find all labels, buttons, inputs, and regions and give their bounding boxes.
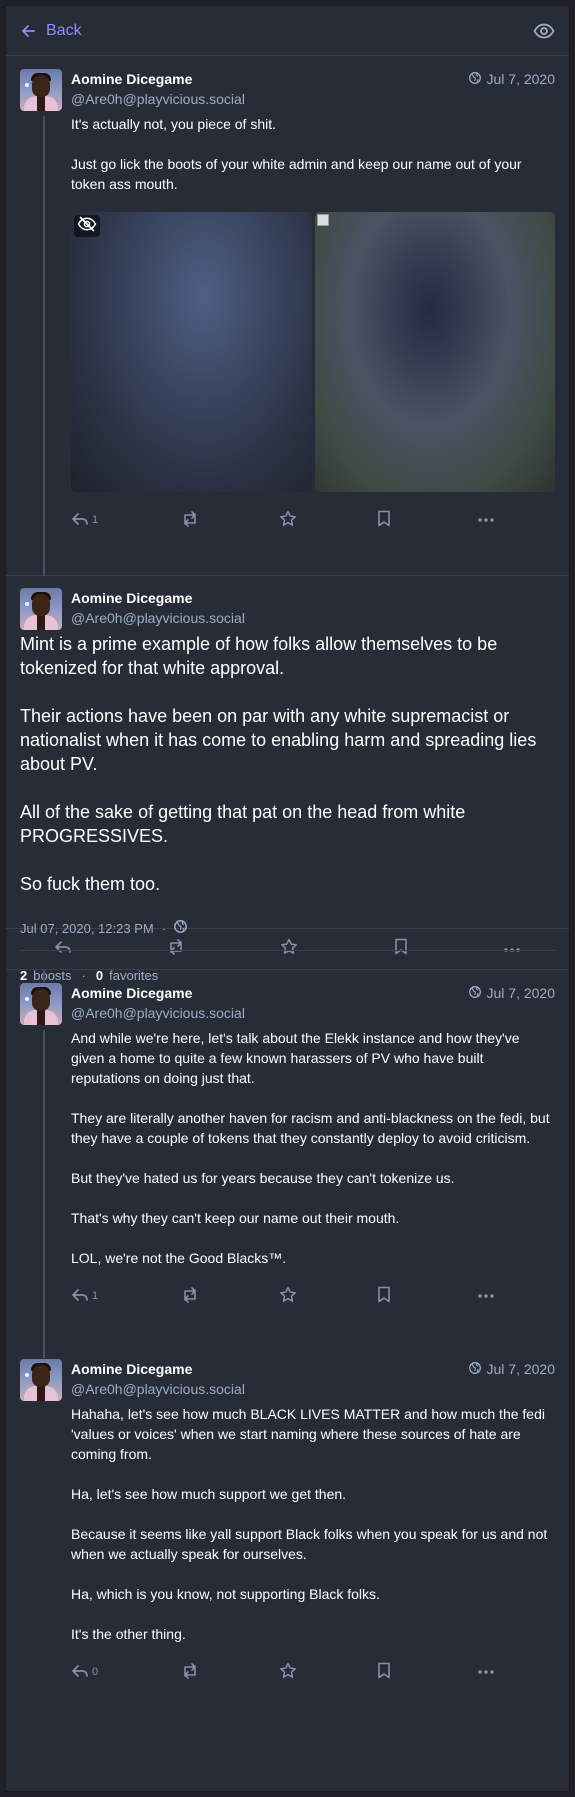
media-gallery (71, 212, 555, 492)
ellipsis-icon (477, 514, 495, 526)
bookmark-icon (377, 1662, 391, 1682)
more-button[interactable] (477, 1666, 495, 1678)
status-time[interactable]: Jul 7, 2020 (468, 69, 555, 87)
avatar[interactable] (20, 983, 62, 1025)
account-handle[interactable]: @Are0h@playvicious.social (71, 89, 469, 109)
broken-image-icon (316, 214, 329, 226)
favourite-button[interactable] (279, 1286, 377, 1306)
globe-icon (468, 985, 481, 1001)
bookmark-icon (377, 1286, 391, 1306)
thread-line (43, 1030, 45, 1346)
back-button[interactable]: Back (20, 22, 82, 40)
status-descendant[interactable]: Aomine Dicegame @Are0h@playvicious.socia… (6, 1346, 569, 1722)
boost-icon (181, 510, 199, 530)
separator: · (161, 920, 167, 936)
star-icon (279, 1286, 297, 1306)
account-handle[interactable]: @Are0h@playvicious.social (71, 608, 555, 628)
back-label: Back (46, 21, 82, 39)
thread-line (43, 1346, 45, 1358)
app-frame: Back Aomine Dicegame @Are0h@playvicious.… (5, 5, 570, 1792)
reply-count: 1 (92, 1290, 99, 1302)
eye-slash-icon (77, 215, 97, 237)
action-bar: 0 (71, 1652, 555, 1692)
bookmark-button[interactable] (377, 1662, 477, 1682)
account-handle[interactable]: @Are0h@playvicious.social (71, 1379, 469, 1399)
display-name[interactable]: Aomine Dicegame (71, 588, 555, 608)
status-descendant[interactable]: Aomine Dicegame @Are0h@playvicious.socia… (6, 970, 569, 1346)
reply-button[interactable]: 1 (71, 1288, 181, 1305)
display-name[interactable]: Aomine Dicegame (71, 1359, 469, 1379)
avatar[interactable] (20, 69, 62, 111)
display-name[interactable]: Aomine Dicegame (71, 69, 469, 89)
ellipsis-icon (477, 1666, 495, 1678)
thread-line (43, 970, 45, 982)
hide-media-button[interactable] (74, 215, 100, 237)
more-button[interactable] (477, 514, 495, 526)
favourite-button[interactable] (279, 510, 377, 530)
account-handle[interactable]: @Are0h@playvicious.social (71, 1003, 469, 1023)
star-icon (279, 510, 297, 530)
bookmark-button[interactable] (377, 1286, 477, 1306)
eye-icon[interactable] (533, 23, 555, 39)
more-button[interactable] (477, 1290, 495, 1302)
boost-icon (181, 1286, 199, 1306)
thread-line (43, 116, 45, 576)
reply-icon (71, 1288, 89, 1305)
bookmark-button[interactable] (377, 510, 477, 530)
globe-icon (468, 71, 481, 87)
focused-content: Mint is a prime example of how folks all… (20, 634, 537, 894)
globe-icon (174, 920, 187, 936)
avatar[interactable] (20, 1359, 62, 1401)
arrow-left-icon (20, 23, 36, 39)
boost-button[interactable] (181, 1286, 279, 1306)
status-time[interactable]: Jul 7, 2020 (468, 983, 555, 1001)
action-bar: 1 (71, 500, 555, 540)
status-ancestor[interactable]: Aomine Dicegame @Are0h@playvicious.socia… (6, 56, 569, 576)
status-focused: Aomine Dicegame @Are0h@playvicious.socia… (6, 576, 569, 983)
globe-icon (468, 1361, 481, 1377)
status-meta: Jul 07, 2020, 12:23 PM · (20, 918, 555, 938)
status-content: And while we're here, let's talk about t… (71, 1030, 550, 1266)
avatar[interactable] (20, 588, 62, 630)
display-name[interactable]: Aomine Dicegame (71, 983, 469, 1003)
status-content: It's actually not, you piece of shit. Ju… (71, 116, 522, 192)
reply-icon (71, 512, 89, 529)
boost-button[interactable] (181, 510, 279, 530)
favourite-button[interactable] (279, 1662, 377, 1682)
boost-icon (181, 1662, 199, 1682)
reply-button[interactable]: 0 (71, 1664, 181, 1681)
star-icon (279, 1662, 297, 1682)
reply-button[interactable]: 1 (71, 512, 181, 529)
timestamp[interactable]: Jul 07, 2020, 12:23 PM (20, 921, 154, 936)
boost-button[interactable] (181, 1662, 279, 1682)
action-bar: 1 (71, 1276, 555, 1316)
reply-count: 0 (92, 1666, 99, 1678)
media-item-broken[interactable] (314, 212, 555, 492)
reply-count: 1 (92, 514, 99, 526)
bookmark-icon (377, 510, 391, 530)
media-item-hidden[interactable] (71, 212, 312, 492)
status-content: Hahaha, let's see how much BLACK LIVES M… (71, 1406, 548, 1642)
status-time[interactable]: Jul 7, 2020 (468, 1359, 555, 1377)
ellipsis-icon (477, 1290, 495, 1302)
reply-icon (71, 1664, 89, 1681)
column-header: Back (6, 6, 569, 56)
